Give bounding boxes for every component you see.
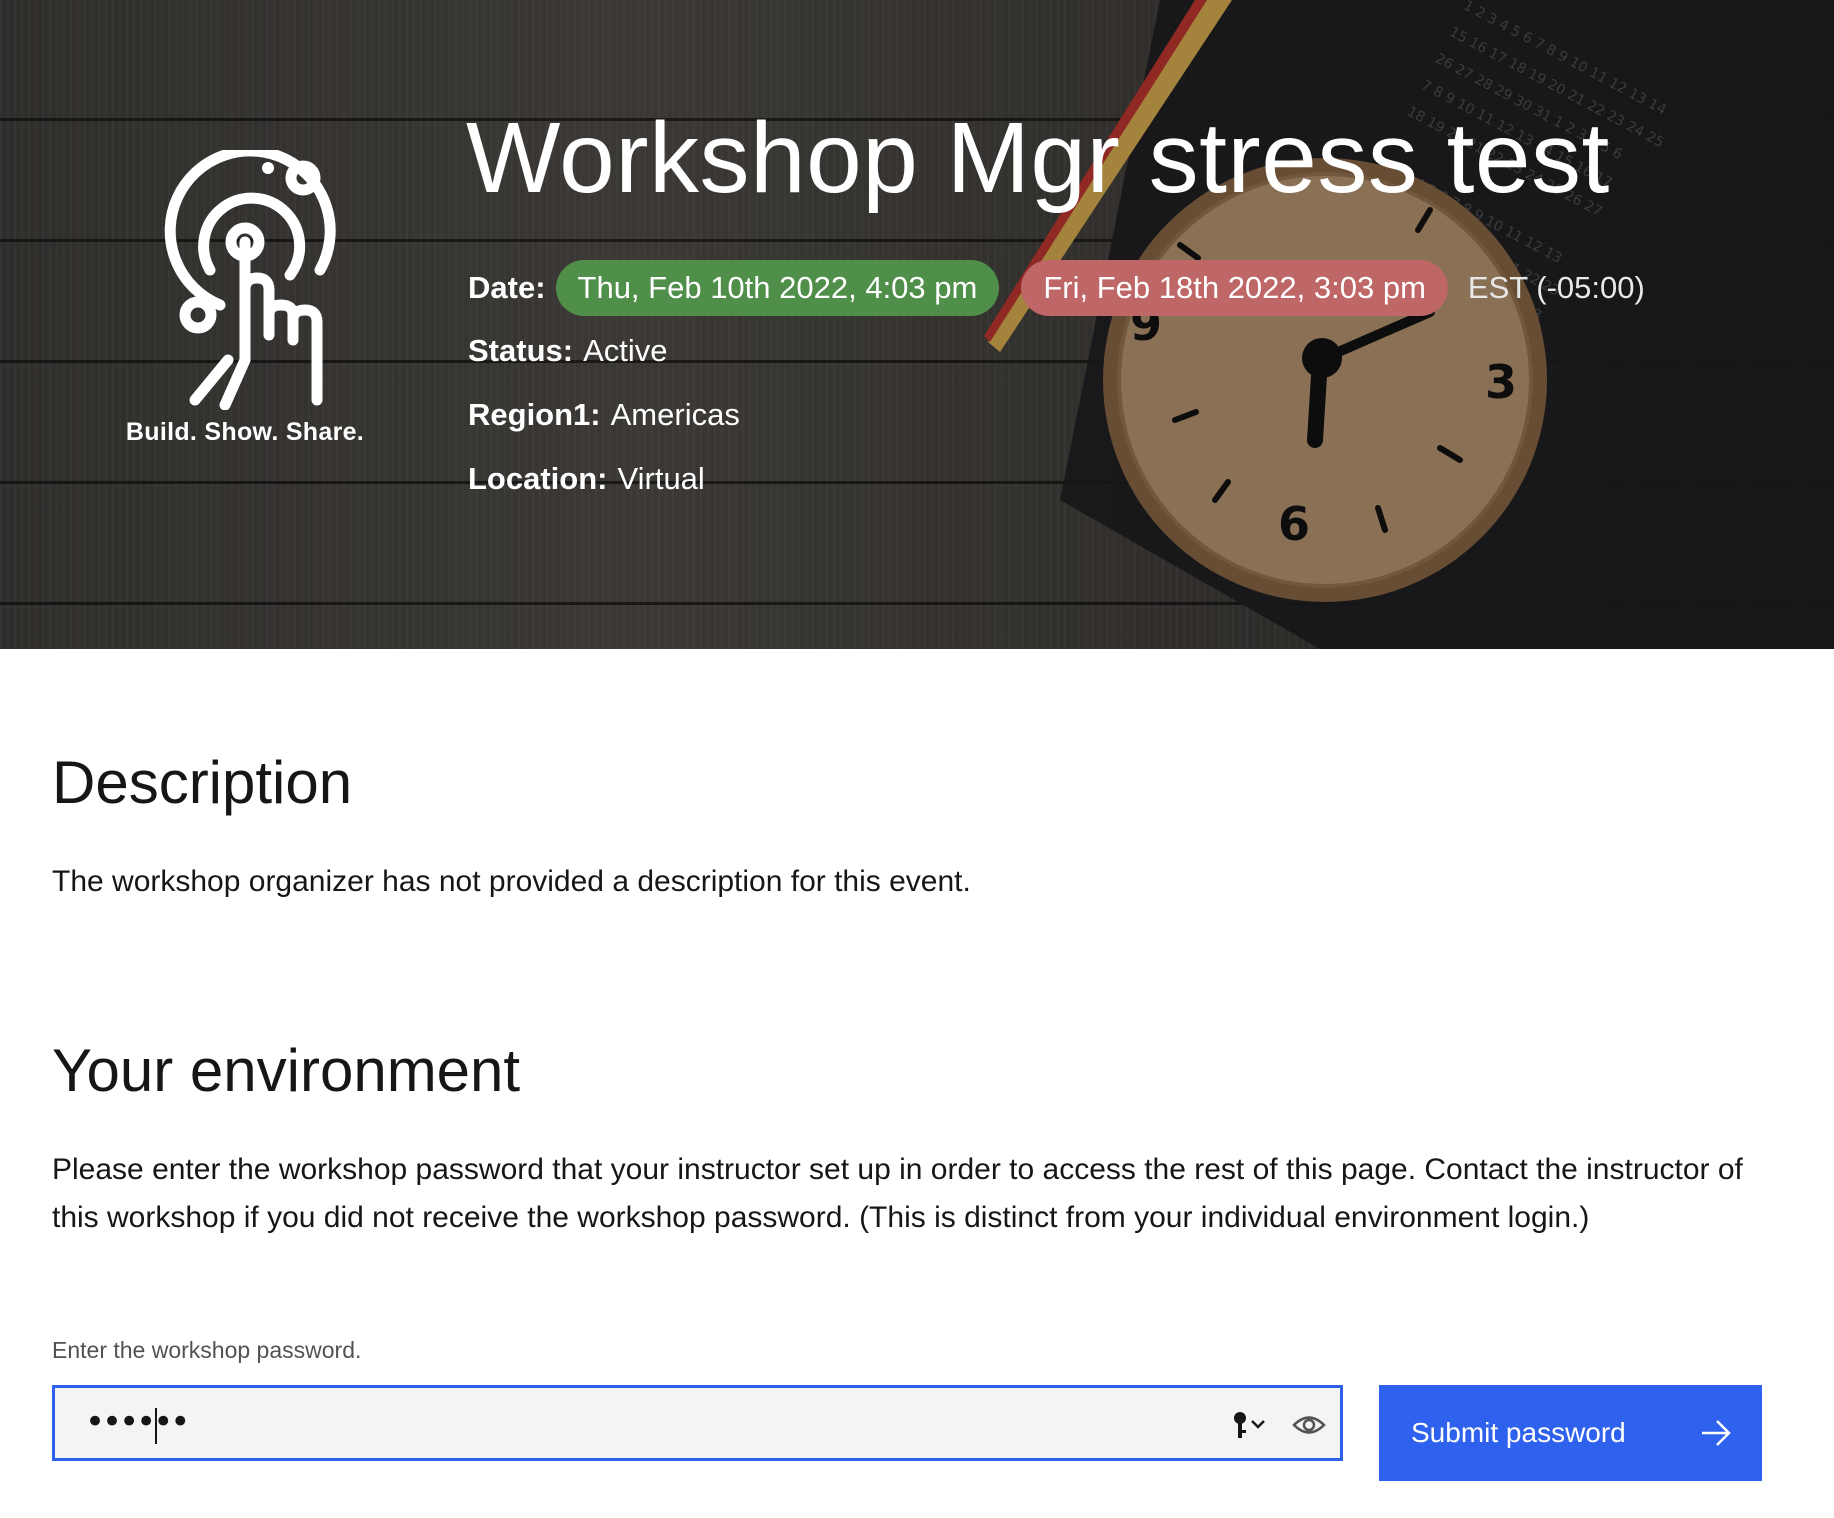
date-row: Date: Thu, Feb 10th 2022, 4:03 pm Fri, F… — [468, 260, 1645, 316]
status-label: Status: — [468, 333, 574, 368]
workshop-password-field[interactable]: •••••• — [52, 1385, 1343, 1461]
start-date-badge: Thu, Feb 10th 2022, 4:03 pm — [555, 260, 1000, 316]
eye-icon[interactable] — [1292, 1412, 1326, 1443]
status-value: Active — [583, 333, 668, 368]
date-label: Date: — [468, 270, 546, 305]
workshop-title: Workshop Mgr stress test — [466, 102, 1610, 214]
brand-logo: Build. Show. Share. — [100, 150, 390, 447]
touch-signal-logo-icon — [164, 150, 336, 410]
arrow-right-icon — [1700, 1419, 1732, 1454]
description-heading: Description — [52, 749, 353, 816]
location-row: Location: Virtual — [468, 461, 705, 497]
password-masked-value[interactable]: •••••• — [85, 1402, 190, 1442]
brand-tagline: Build. Show. Share. — [125, 418, 365, 446]
chevron-down-icon — [1251, 1420, 1265, 1429]
timezone-label: EST (-05:00) — [1467, 270, 1645, 305]
description-text: The workshop organizer has not provided … — [52, 865, 971, 898]
hero-banner: 1 2 3 4 5 6 7 8 9 10 11 12 13 14 15 16 1… — [0, 0, 1834, 649]
environment-heading: Your environment — [52, 1037, 521, 1104]
submit-password-label: Submit password — [1411, 1417, 1626, 1448]
region-label: Region1: — [468, 397, 601, 432]
environment-instructions: Please enter the workshop password that … — [52, 1153, 1743, 1234]
submit-password-button[interactable]: Submit password — [1379, 1385, 1762, 1481]
password-field-label: Enter the workshop password. — [52, 1337, 362, 1363]
key-icon[interactable] — [1230, 1410, 1270, 1445]
text-cursor — [155, 1408, 157, 1444]
status-row: Status: Active — [468, 333, 668, 369]
location-value: Virtual — [617, 461, 705, 496]
region-row: Region1: Americas — [468, 397, 740, 433]
location-label: Location: — [468, 461, 608, 496]
region-value: Americas — [610, 397, 740, 432]
end-date-badge: Fri, Feb 18th 2022, 3:03 pm — [1021, 260, 1448, 316]
